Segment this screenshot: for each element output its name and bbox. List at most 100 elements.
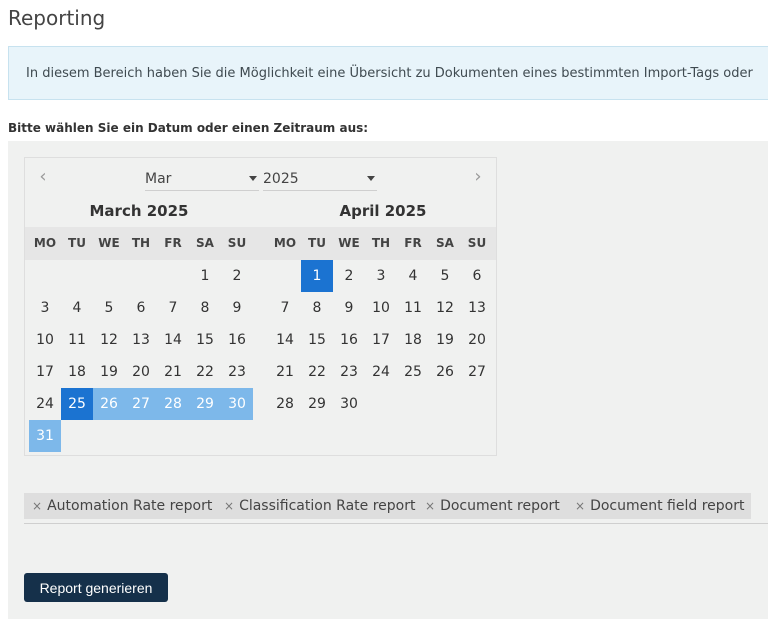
calendar-day[interactable]: 27 [461,356,493,388]
month-select-value: Mar [145,171,172,187]
calendar-day[interactable]: 15 [189,324,221,356]
calendar-day[interactable]: 21 [269,356,301,388]
calendar-day[interactable]: 5 [429,260,461,292]
weekday-label: TU [68,236,86,250]
calendar-day[interactable]: 15 [301,324,333,356]
calendar-day[interactable]: 24 [365,356,397,388]
info-box: In diesem Bereich haben Sie die Möglichk… [8,46,768,100]
calendar-day[interactable]: 28 [269,388,301,420]
calendar-day[interactable]: 7 [157,292,189,324]
calendar-day[interactable]: 26 [429,356,461,388]
calendar-day[interactable]: 19 [429,324,461,356]
calendar-day[interactable]: 3 [365,260,397,292]
calendar-day[interactable]: 13 [125,324,157,356]
calendar-day[interactable]: 20 [125,356,157,388]
calendar-day[interactable]: 28 [157,388,189,420]
right-month-title: April 2025 [339,202,427,220]
calendar-day[interactable]: 29 [301,388,333,420]
close-icon[interactable]: × [425,499,435,513]
calendar-day[interactable]: 22 [301,356,333,388]
calendar-day[interactable]: 29 [189,388,221,420]
calendar-day[interactable]: 25 [397,356,429,388]
calendar-day[interactable]: 16 [333,324,365,356]
calendar-day[interactable]: 30 [333,388,365,420]
chevron-left-icon[interactable]: ‹ [33,166,53,187]
calendar-day[interactable]: 31 [29,420,61,452]
close-icon[interactable]: × [575,499,585,513]
calendar-day[interactable]: 17 [365,324,397,356]
weekday-label: TU [308,236,326,250]
report-tag-label: Document field report [590,498,745,514]
calendar-day[interactable]: 4 [61,292,93,324]
calendar-day[interactable]: 12 [429,292,461,324]
year-select-value: 2025 [263,171,299,187]
weekday-label: FR [164,236,182,250]
weekday-label: TH [371,236,391,250]
calendar-day[interactable]: 30 [221,388,253,420]
calendar-day[interactable]: 4 [397,260,429,292]
calendar-day[interactable]: 1 [301,260,333,292]
calendar-day[interactable]: 17 [29,356,61,388]
close-icon[interactable]: × [224,499,234,513]
calendar-day[interactable]: 10 [29,324,61,356]
generate-report-button[interactable]: Report generieren [24,573,168,602]
month-select[interactable]: Mar [145,165,259,191]
calendar-day[interactable]: 8 [301,292,333,324]
weekday-header-row: MO TU WE TH FR SA SU MO TU WE TH FR SA SU [25,227,496,260]
weekday-label: WE [98,236,120,250]
report-tag: × Document field report [567,493,752,519]
weekday-label: SU [227,236,247,250]
weekday-label: FR [404,236,422,250]
chevron-down-icon [249,176,257,181]
tags-input-underline [24,523,768,524]
year-select[interactable]: 2025 [263,165,377,191]
calendar-day[interactable]: 9 [221,292,253,324]
report-tag-label: Document report [440,498,560,514]
calendar-day[interactable]: 1 [189,260,221,292]
calendar-day[interactable]: 3 [29,292,61,324]
calendar-day[interactable]: 21 [157,356,189,388]
weekday-label: SA [436,236,454,250]
calendar-day[interactable]: 18 [61,356,93,388]
calendar-day[interactable]: 11 [61,324,93,356]
calendar-day[interactable]: 23 [333,356,365,388]
calendar-day[interactable]: 10 [365,292,397,324]
weekday-label: TH [131,236,151,250]
date-range-calendar: ‹ › Mar 2025 March 2025 April 2025 MO TU W… [24,157,497,456]
calendar-day[interactable]: 19 [93,356,125,388]
calendar-day[interactable]: 14 [269,324,301,356]
chevron-down-icon [367,176,375,181]
report-tag: × Classification Rate report [216,493,423,519]
report-tag: × Automation Rate report [24,493,220,519]
calendar-day[interactable]: 16 [221,324,253,356]
calendar-day[interactable]: 18 [397,324,429,356]
chevron-right-icon[interactable]: › [468,166,488,187]
calendar-day[interactable]: 11 [397,292,429,324]
calendar-day[interactable]: 7 [269,292,301,324]
calendar-day[interactable]: 14 [157,324,189,356]
weekday-label: SA [196,236,214,250]
calendar-day[interactable]: 20 [461,324,493,356]
left-month-title: March 2025 [89,202,189,220]
calendar-day[interactable]: 27 [125,388,157,420]
calendar-day[interactable]: 26 [93,388,125,420]
calendar-day[interactable]: 5 [93,292,125,324]
report-tag-label: Automation Rate report [47,498,213,514]
calendar-day[interactable]: 2 [333,260,365,292]
calendar-day[interactable]: 22 [189,356,221,388]
calendar-day[interactable]: 2 [221,260,253,292]
weekday-label: MO [273,236,297,250]
close-icon[interactable]: × [32,499,42,513]
calendar-day[interactable]: 24 [29,388,61,420]
weekday-label: MO [33,236,57,250]
calendar-day[interactable]: 6 [125,292,157,324]
calendar-day[interactable]: 13 [461,292,493,324]
weekday-label: WE [338,236,360,250]
calendar-day[interactable]: 25 [61,388,93,420]
calendar-day[interactable]: 6 [461,260,493,292]
calendar-day[interactable]: 9 [333,292,365,324]
calendar-day[interactable]: 12 [93,324,125,356]
calendar-day[interactable]: 23 [221,356,253,388]
date-prompt: Bitte wählen Sie ein Datum oder einen Ze… [8,121,369,135]
calendar-day[interactable]: 8 [189,292,221,324]
